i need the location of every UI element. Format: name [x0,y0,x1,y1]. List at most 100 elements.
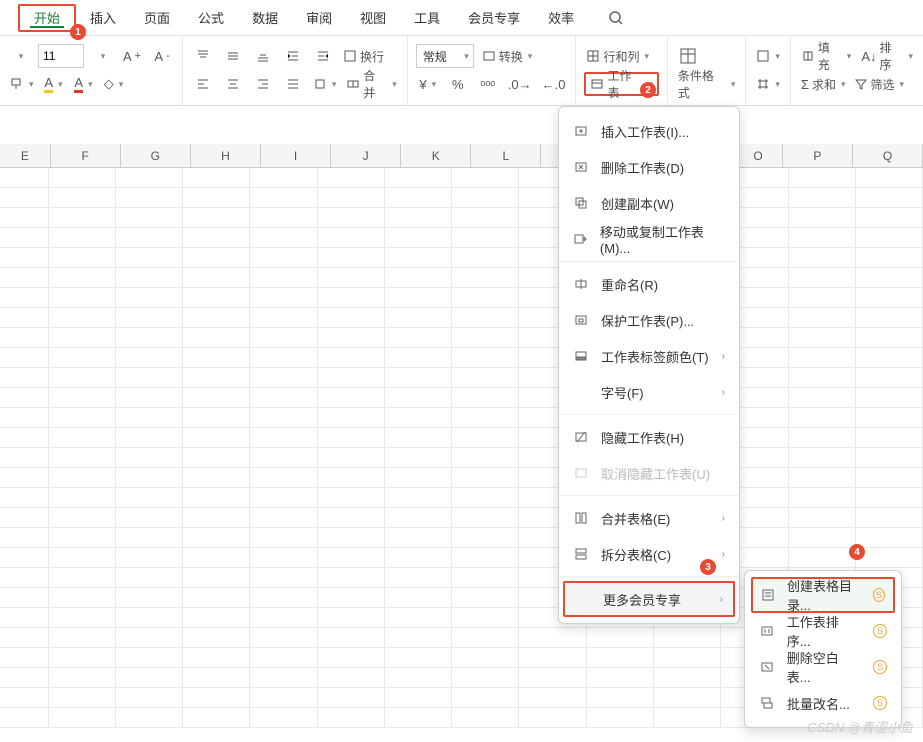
cell[interactable] [385,308,452,327]
cell[interactable] [856,548,923,567]
cell[interactable] [452,368,519,387]
cell[interactable] [116,588,183,607]
valign-bot-icon[interactable] [251,44,275,68]
tab-formula[interactable]: 公式 [184,0,238,36]
cell[interactable] [49,568,116,587]
cell[interactable] [250,548,317,567]
cond-format-button[interactable]: 条件格式▾ [676,72,737,96]
cell[interactable] [452,448,519,467]
cell[interactable] [452,608,519,627]
cell[interactable] [318,588,385,607]
valign-top-icon[interactable] [191,44,215,68]
cell[interactable] [385,548,452,567]
cell[interactable] [452,328,519,347]
cell[interactable] [318,268,385,287]
cell[interactable] [452,188,519,207]
cell[interactable] [789,408,856,427]
crop-icon[interactable]: ▾ [754,72,782,96]
cell[interactable] [49,308,116,327]
cell[interactable] [183,608,250,627]
cell[interactable] [116,628,183,647]
cell[interactable] [0,448,49,467]
cell[interactable] [0,428,49,447]
menu-delete-blank[interactable]: 删除空白表... S [745,649,901,685]
cell[interactable] [116,188,183,207]
table-row[interactable] [0,468,923,488]
cell[interactable] [789,248,856,267]
cell[interactable] [49,288,116,307]
menu-protect[interactable]: 保护工作表(P)... [559,302,739,338]
cell[interactable] [452,268,519,287]
increase-decimal-icon[interactable]: .0→ [506,72,534,96]
table-row[interactable] [0,188,923,208]
cell[interactable] [49,408,116,427]
cell[interactable] [385,708,452,727]
decrease-font-icon[interactable]: A- [150,44,174,68]
cell[interactable] [49,648,116,667]
cell[interactable] [49,708,116,727]
cell[interactable] [116,388,183,407]
cell[interactable] [452,468,519,487]
thousand-sep-icon[interactable]: ᵒᵒᵒ [476,72,500,96]
cell[interactable] [385,448,452,467]
cell[interactable] [385,208,452,227]
cell[interactable] [318,468,385,487]
cell[interactable] [183,408,250,427]
cell[interactable] [519,708,586,727]
cell[interactable] [856,348,923,367]
sum-button[interactable]: Σ求和▾ [799,72,848,96]
cell[interactable] [385,648,452,667]
cell[interactable] [49,508,116,527]
cell[interactable] [519,668,586,687]
cell[interactable] [385,588,452,607]
cell[interactable] [318,288,385,307]
cell[interactable] [856,308,923,327]
cell[interactable] [250,188,317,207]
cell[interactable] [49,368,116,387]
cell[interactable] [0,648,49,667]
cell[interactable] [856,328,923,347]
cell[interactable] [318,688,385,707]
orientation-icon[interactable]: ▾ [311,72,338,96]
cell[interactable] [318,188,385,207]
cell[interactable] [789,468,856,487]
cell[interactable] [116,548,183,567]
cell[interactable] [183,288,250,307]
table-row[interactable] [0,548,923,568]
table-row[interactable] [0,408,923,428]
cell[interactable] [452,208,519,227]
cell[interactable] [49,428,116,447]
cell[interactable] [250,268,317,287]
cell[interactable] [452,348,519,367]
cell[interactable] [318,348,385,367]
tab-vip[interactable]: 会员专享 [454,0,534,36]
cell[interactable] [856,488,923,507]
cell[interactable] [452,708,519,727]
menu-delete-sheet[interactable]: 删除工作表(D) [559,149,739,185]
table-format-icon[interactable] [676,44,700,68]
cell[interactable] [0,408,49,427]
menu-sort-sheets[interactable]: 工作表排序... S [745,613,901,649]
cell[interactable] [318,668,385,687]
table-row[interactable] [0,288,923,308]
cell[interactable] [183,688,250,707]
cell[interactable] [318,368,385,387]
cell[interactable] [116,428,183,447]
freeze-icon[interactable]: ▾ [754,44,782,68]
cell[interactable] [385,348,452,367]
table-row[interactable] [0,268,923,288]
cell[interactable] [385,628,452,647]
cell[interactable] [183,388,250,407]
cell[interactable] [452,488,519,507]
cell[interactable] [183,428,250,447]
search-icon[interactable] [608,10,624,26]
decrease-decimal-icon[interactable]: ←.0 [540,72,568,96]
cell[interactable] [0,468,49,487]
cell[interactable] [385,328,452,347]
cell[interactable] [385,508,452,527]
cell[interactable] [183,208,250,227]
cell[interactable] [250,668,317,687]
font-size-input[interactable] [38,44,84,68]
align-left-icon[interactable] [191,72,215,96]
cell[interactable] [116,708,183,727]
